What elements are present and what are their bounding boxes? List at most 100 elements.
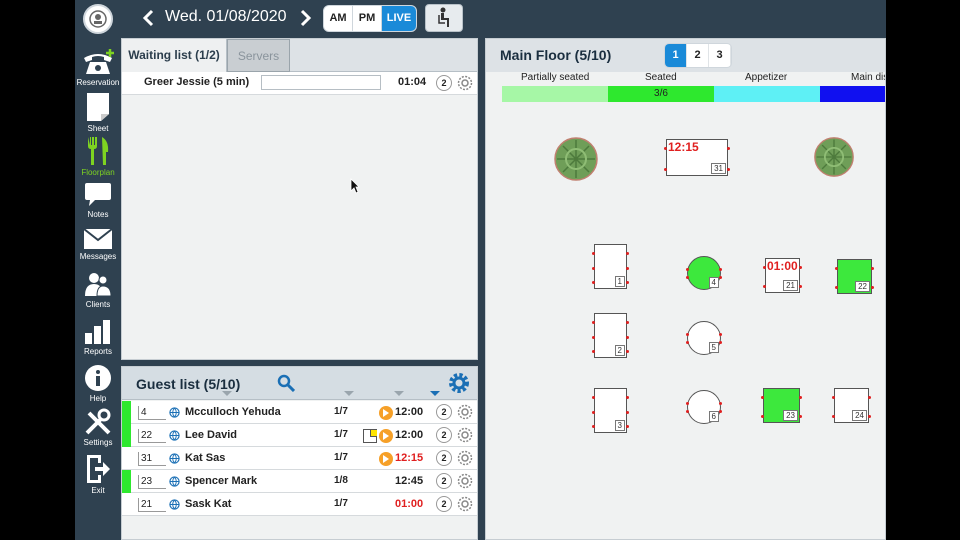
walk-in-button[interactable] <box>425 4 463 32</box>
table-6[interactable]: 6 <box>687 390 721 424</box>
tab-waiting-list[interactable]: Waiting list (1/2) <box>122 39 227 72</box>
note-icon[interactable] <box>363 429 377 443</box>
table-number[interactable]: 23 <box>138 475 166 489</box>
mode-am-button[interactable]: AM <box>324 6 353 31</box>
seated-person-icon <box>438 7 449 27</box>
table-number-label: 21 <box>783 280 798 291</box>
table-1[interactable]: 1 <box>594 244 627 289</box>
mode-live-button[interactable]: LIVE <box>382 6 416 31</box>
arrived-arrow-icon[interactable] <box>379 452 393 466</box>
guest-row[interactable]: 23 Spencer Mark 1/8 12:45 2 <box>122 470 477 493</box>
guest-name: Sask Kat <box>185 498 232 510</box>
table-4[interactable]: 4 <box>687 256 721 290</box>
gear-icon[interactable] <box>448 372 470 394</box>
seat-marker <box>868 415 871 418</box>
table-number[interactable]: 31 <box>138 452 166 466</box>
nav-sheet[interactable]: Sheet <box>75 92 121 133</box>
nav-clients[interactable]: Clients <box>75 272 121 309</box>
guest-list-title: Guest list (5/10) <box>136 376 241 392</box>
status-indicator <box>122 401 131 424</box>
seat-marker <box>868 396 871 399</box>
seat-marker <box>664 168 667 171</box>
table-number[interactable]: 22 <box>138 429 166 443</box>
floor-header: Main Floor (5/10) 1 2 3 <box>486 39 885 72</box>
waiting-note-input[interactable] <box>261 75 381 90</box>
seat-marker <box>686 268 689 271</box>
table-number[interactable]: 21 <box>138 498 166 512</box>
seat-marker <box>592 335 595 339</box>
floor-page-selector: 1 2 3 <box>664 43 732 68</box>
row-gear-icon[interactable] <box>457 473 473 489</box>
row-gear-icon[interactable] <box>457 404 473 420</box>
seat-marker <box>626 321 629 324</box>
guest-row[interactable]: 4 Mcculloch Yehuda 1/7 12:00 2 <box>122 401 477 424</box>
seat-marker <box>592 350 595 353</box>
nav-floorplan[interactable]: Floorplan <box>75 136 121 177</box>
row-gear-icon[interactable] <box>457 496 473 512</box>
sort-arrow-icon[interactable] <box>394 391 404 396</box>
seat-marker <box>727 147 730 150</box>
seat-marker <box>719 276 722 279</box>
table-number-label: 1 <box>614 276 625 287</box>
row-gear-icon[interactable] <box>457 75 473 91</box>
guest-row[interactable]: 22 Lee David 1/7 12:00 2 <box>122 424 477 447</box>
nav-messages[interactable]: Messages <box>75 228 121 261</box>
row-gear-icon[interactable] <box>457 427 473 443</box>
nav-notes[interactable]: Notes <box>75 182 121 219</box>
reservation-time: 12:45 <box>395 475 424 487</box>
seat-marker <box>592 281 595 284</box>
search-icon[interactable] <box>277 374 295 392</box>
floor-page-1[interactable]: 1 <box>665 44 687 67</box>
guest-name: Mcculloch Yehuda <box>185 406 281 418</box>
nav-reports[interactable]: Reports <box>75 319 121 356</box>
tab-servers[interactable]: Servers <box>227 39 290 72</box>
arrived-arrow-icon[interactable] <box>379 406 393 420</box>
globe-icon <box>169 499 180 510</box>
waiting-tabs: Waiting list (1/2) Servers <box>122 39 477 72</box>
nav-exit[interactable]: Exit <box>75 454 121 495</box>
prev-date-button[interactable] <box>141 8 157 28</box>
table-2[interactable]: 2 <box>594 313 627 358</box>
bar-chart-icon <box>85 320 110 344</box>
table-number-label: 24 <box>852 410 867 421</box>
floor-page-2[interactable]: 2 <box>687 44 709 67</box>
table-31[interactable]: 12:15 31 <box>666 139 728 176</box>
table-number[interactable]: 4 <box>138 406 166 420</box>
sort-arrow-icon[interactable] <box>430 391 440 396</box>
guest-row[interactable]: 31 Kat Sas 1/7 12:15 2 <box>122 447 477 470</box>
table-5[interactable]: 5 <box>687 321 721 355</box>
sort-arrow-icon[interactable] <box>344 391 354 396</box>
nav-reservation[interactable]: Reservation <box>75 48 121 87</box>
sort-arrow-icon[interactable] <box>222 391 232 396</box>
row-gear-icon[interactable] <box>457 450 473 466</box>
next-date-button[interactable] <box>299 8 315 28</box>
party-size-badge: 2 <box>436 450 452 466</box>
table-number-label: 6 <box>708 411 719 422</box>
waiting-row[interactable]: Greer Jessie (5 min) 01:04 2 <box>122 72 477 95</box>
guest-row[interactable]: 21 Sask Kat 1/7 01:00 2 <box>122 493 477 516</box>
table-23[interactable]: 23 <box>763 388 800 423</box>
table-time: 12:15 <box>668 140 699 154</box>
table-22[interactable]: 22 <box>837 259 872 294</box>
floor-page-3[interactable]: 3 <box>709 44 731 67</box>
reservation-time: 01:00 <box>395 498 424 510</box>
app-logo-icon[interactable] <box>83 4 113 34</box>
seat-marker <box>626 396 629 399</box>
table-24[interactable]: 24 <box>834 388 869 423</box>
seat-marker <box>626 252 629 255</box>
visit-count: 1/7 <box>334 406 348 417</box>
table-3[interactable]: 3 <box>594 388 627 433</box>
tools-icon <box>85 408 111 435</box>
seat-marker <box>763 285 766 288</box>
mode-pm-button[interactable]: PM <box>353 6 382 31</box>
visit-count: 1/7 <box>334 452 348 463</box>
table-21[interactable]: 01:00 21 <box>765 258 800 293</box>
seat-marker <box>871 286 874 289</box>
arrived-arrow-icon[interactable] <box>379 429 393 443</box>
nav-settings[interactable]: Settings <box>75 408 121 447</box>
party-size-badge: 2 <box>436 75 452 91</box>
seat-marker <box>626 266 629 270</box>
seat-marker <box>835 267 838 270</box>
seat-marker <box>835 286 838 289</box>
nav-help[interactable]: Help <box>75 364 121 403</box>
